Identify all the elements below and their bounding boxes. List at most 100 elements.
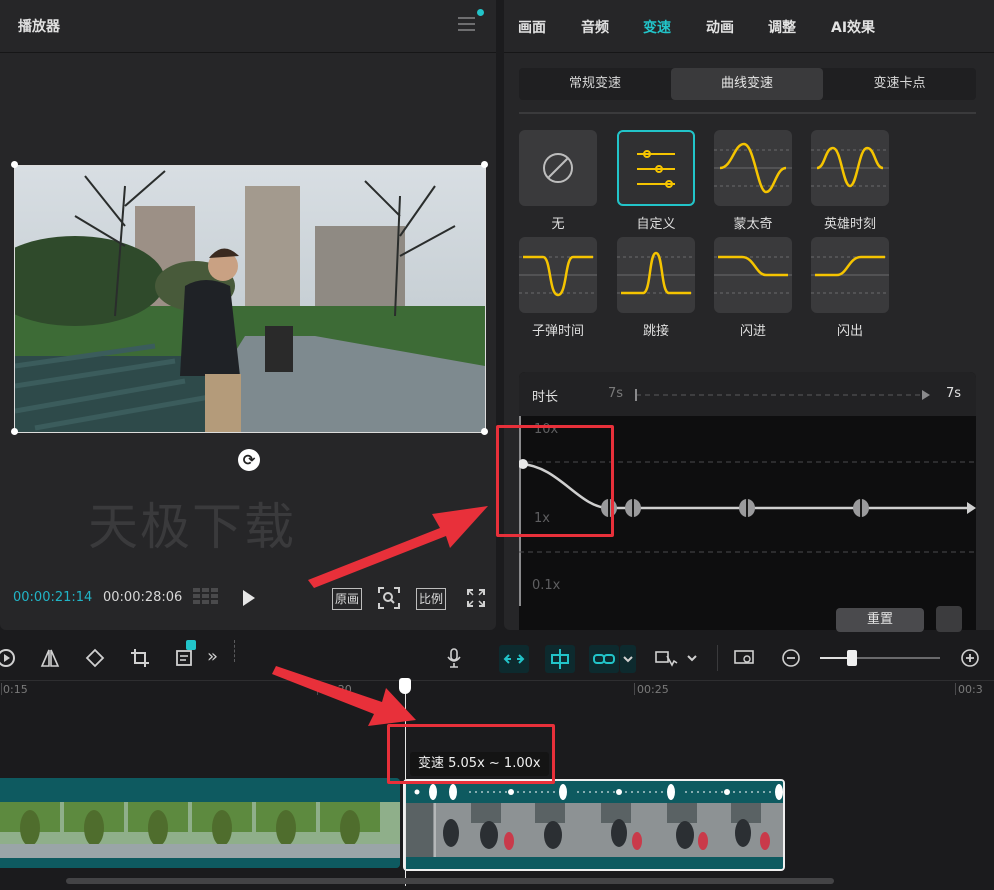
- preset-custom[interactable]: [617, 130, 695, 206]
- zoom-out-icon[interactable]: [781, 648, 801, 668]
- duration-slider[interactable]: [632, 388, 932, 402]
- notification-dot: [477, 9, 484, 16]
- preset-flash-out[interactable]: [811, 237, 889, 313]
- microphone-icon[interactable]: [444, 648, 464, 668]
- curve-montage-icon: [714, 142, 792, 194]
- none-icon: [543, 153, 573, 183]
- zoom-slider-thumb[interactable]: [847, 650, 857, 666]
- curve-flash-in-icon: [714, 255, 792, 294]
- preset-bullet-time[interactable]: [519, 237, 597, 313]
- crop-icon[interactable]: [130, 648, 150, 668]
- link-icon: [593, 654, 615, 664]
- curve-flash-out-icon: [811, 255, 889, 294]
- more-tools-icon[interactable]: »: [207, 646, 218, 667]
- subtabs-divider: [519, 112, 976, 114]
- ruler-label: 0:15: [3, 683, 28, 696]
- original-quality-button[interactable]: 原画: [332, 588, 363, 610]
- crop-handle[interactable]: [481, 428, 488, 435]
- watermark: 天极下载: [88, 498, 296, 556]
- annotation-arrow: [272, 666, 416, 726]
- curve-hero-icon: [811, 146, 889, 188]
- rotate-icon[interactable]: ⟳: [238, 449, 260, 471]
- duration-max: 7s: [946, 386, 962, 401]
- preset-label: 跳接: [642, 324, 669, 339]
- tab-ai-effects[interactable]: AI效果: [831, 17, 875, 37]
- menu-icon[interactable]: [458, 17, 475, 31]
- preset-montage[interactable]: [714, 130, 792, 206]
- rotate-clip-icon[interactable]: [85, 648, 105, 668]
- toolbar-divider: [234, 640, 236, 662]
- annotation-arrow: [308, 506, 488, 588]
- toolbar-divider: [717, 645, 718, 671]
- zoom-in-icon[interactable]: [960, 648, 980, 668]
- fullscreen-icon[interactable]: [467, 589, 485, 607]
- play-circle-icon[interactable]: [0, 648, 16, 668]
- ruler-tick: [1, 683, 2, 695]
- timeline-grid-icon[interactable]: [193, 588, 219, 608]
- remove-point-button[interactable]: [936, 606, 962, 632]
- tab-adjust[interactable]: 调整: [768, 17, 796, 37]
- curve-bullet-icon: [519, 255, 597, 297]
- snap-toggle[interactable]: [545, 645, 575, 673]
- timeline-ruler[interactable]: [0, 680, 994, 681]
- current-time: 00:00:21:14: [13, 590, 93, 605]
- zoom-fit-icon[interactable]: [378, 587, 400, 609]
- subtab-curve-speed[interactable]: 曲线变速: [671, 68, 823, 100]
- mirror-icon[interactable]: [40, 648, 60, 668]
- player-title: 播放器: [18, 19, 60, 35]
- speed-tooltip: 变速 5.05x ~ 1.00x: [410, 752, 549, 776]
- preset-label: 闪出: [836, 324, 863, 339]
- video-preview[interactable]: [14, 165, 486, 433]
- player-header: [0, 0, 496, 53]
- ruler-tick: [634, 683, 635, 695]
- timeline-scrollbar[interactable]: [66, 878, 834, 884]
- preset-label: 英雄时刻: [823, 217, 876, 232]
- tabs-divider: [504, 52, 994, 53]
- preset-flash-in[interactable]: [714, 237, 792, 313]
- link-options-dropdown[interactable]: [620, 645, 636, 673]
- preset-label: 蒙太奇: [733, 217, 773, 232]
- subtab-speed-beat[interactable]: 变速卡点: [823, 68, 976, 100]
- highlight-box-curve: [496, 425, 614, 537]
- ruler-tick: [955, 683, 956, 695]
- sliders-icon: [637, 150, 675, 188]
- tab-picture[interactable]: 画面: [518, 17, 546, 37]
- new-badge: [186, 640, 196, 650]
- preset-label: 子弹时间: [531, 324, 584, 339]
- ruler-label: 00:3: [958, 683, 983, 696]
- tab-audio[interactable]: 音频: [581, 17, 609, 37]
- snap-icon: [551, 649, 569, 669]
- caption-icon[interactable]: [175, 648, 195, 668]
- crop-handle[interactable]: [11, 428, 18, 435]
- duration-min: 7s: [608, 386, 624, 401]
- video-clip-selected[interactable]: [403, 779, 785, 871]
- chevron-down-icon: [623, 656, 633, 663]
- preview-axis-icon[interactable]: [655, 648, 683, 668]
- play-button[interactable]: [243, 590, 255, 606]
- clip-thumbnails: [0, 778, 400, 868]
- duration-label: 时长: [532, 390, 559, 405]
- curve-jump-icon: [617, 251, 695, 295]
- ratio-button[interactable]: 比例: [416, 588, 447, 610]
- main-track-magnet-toggle[interactable]: [499, 645, 529, 673]
- crop-handle[interactable]: [481, 161, 488, 168]
- chevron-down-icon[interactable]: [686, 648, 698, 668]
- tab-speed[interactable]: 变速: [643, 17, 671, 37]
- total-time: 00:00:28:06: [103, 590, 183, 605]
- preset-hero-moment[interactable]: [811, 130, 889, 206]
- video-clip[interactable]: [0, 778, 400, 868]
- subtab-normal-speed[interactable]: 常规变速: [519, 68, 671, 100]
- preset-none[interactable]: [519, 130, 597, 206]
- clip-thumbnails: [405, 781, 783, 869]
- preset-jump-cut[interactable]: [617, 237, 695, 313]
- reset-button[interactable]: 重置: [836, 608, 924, 632]
- video-frame-image: [15, 166, 485, 432]
- link-toggle[interactable]: [589, 645, 619, 673]
- preset-label: 闪进: [739, 324, 766, 339]
- ruler-label: 00:25: [637, 683, 669, 696]
- crop-handle[interactable]: [11, 161, 18, 168]
- speed-mode-tabs: 常规变速 曲线变速 变速卡点: [519, 68, 976, 100]
- zoom-fit-timeline-icon[interactable]: [733, 648, 757, 668]
- tab-animation[interactable]: 动画: [706, 17, 734, 37]
- preset-label: 自定义: [636, 217, 676, 232]
